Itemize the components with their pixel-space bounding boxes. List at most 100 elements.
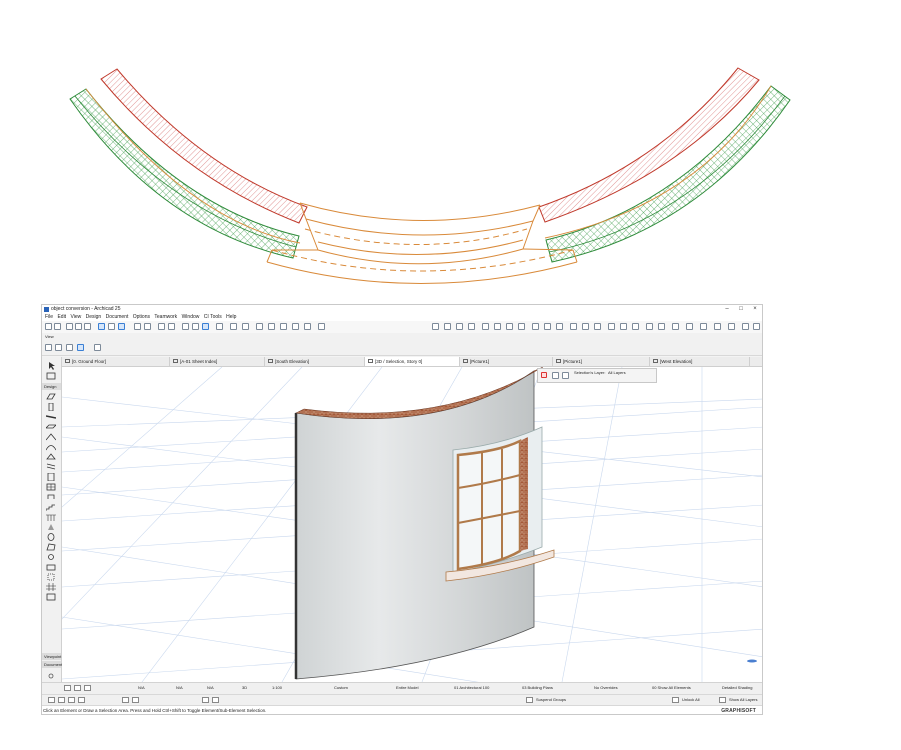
tool-u-icon[interactable] — [686, 323, 693, 330]
close-button[interactable]: × — [748, 305, 762, 314]
bottom-d-icon[interactable] — [78, 697, 85, 703]
curtain-wall-tool-icon[interactable] — [46, 463, 56, 471]
redo-icon[interactable] — [54, 323, 61, 330]
snap-icon[interactable] — [108, 323, 115, 330]
view-type[interactable]: 3D — [242, 684, 247, 692]
model-view-selector[interactable]: 03 Building Plans — [522, 684, 553, 692]
menu-window[interactable]: Window — [182, 314, 200, 321]
grid-snap-icon[interactable] — [134, 323, 141, 330]
menu-help[interactable]: Help — [226, 314, 236, 321]
view-3d-icon[interactable] — [202, 323, 209, 330]
mep-tool-icon[interactable] — [46, 563, 56, 571]
railing-tool-icon[interactable] — [46, 513, 56, 521]
tool-c-icon[interactable] — [456, 323, 463, 330]
tool-m-icon[interactable] — [582, 323, 589, 330]
zoom-out-icon[interactable] — [64, 685, 71, 691]
beam-tool-icon[interactable] — [46, 413, 56, 421]
menu-teamwork[interactable]: Teamwork — [154, 314, 177, 321]
menu-design[interactable]: Design — [86, 314, 102, 321]
tab-sheet-index[interactable]: [A-01 Sheet Index] — [170, 357, 265, 366]
tab-picture1-a[interactable]: [Picture1] — [460, 357, 553, 366]
tool-z-icon[interactable] — [753, 323, 760, 330]
menu-options[interactable]: Options — [133, 314, 150, 321]
toolbox-section-document[interactable]: Document — [42, 661, 62, 668]
tool-g-icon[interactable] — [506, 323, 513, 330]
tool-j-icon[interactable] — [544, 323, 551, 330]
stair-tool-icon[interactable] — [46, 503, 56, 511]
flag2-icon[interactable] — [304, 323, 311, 330]
value3[interactable]: N/A — [207, 684, 214, 692]
slab-tool-icon[interactable] — [46, 423, 56, 431]
undo-icon[interactable] — [45, 323, 52, 330]
mesh-tool-icon[interactable] — [46, 543, 56, 551]
lamp-tool-icon[interactable] — [46, 553, 56, 561]
show-all-layers-button[interactable]: Show All Layers — [729, 696, 757, 704]
tool-b-icon[interactable] — [444, 323, 451, 330]
shading-selector[interactable]: Detailed Shading — [722, 684, 752, 692]
zoom-value[interactable]: N/A — [138, 684, 145, 692]
tool-o-icon[interactable] — [608, 323, 615, 330]
view-b-icon[interactable] — [55, 344, 62, 351]
layers-show-icon[interactable] — [719, 697, 726, 703]
tool-t-icon[interactable] — [672, 323, 679, 330]
group-select-icon[interactable] — [526, 697, 533, 703]
bottom-b-icon[interactable] — [58, 697, 65, 703]
tab-west-elevation[interactable]: [West Elevation] — [650, 357, 750, 366]
object-tool-icon[interactable] — [46, 493, 56, 501]
tab-south-elevation[interactable]: [South Elevation] — [265, 357, 365, 366]
renovation-selector[interactable]: 00 Show All Elements — [652, 684, 691, 692]
eyedropper-icon[interactable] — [66, 323, 73, 330]
selection-icon[interactable] — [158, 323, 165, 330]
arrow-select-tool-icon[interactable] — [46, 362, 56, 370]
magic-wand-icon[interactable] — [84, 323, 91, 330]
partial-structure-selector[interactable]: Entire Model — [396, 684, 418, 692]
syringe-icon[interactable] — [75, 323, 82, 330]
tool-l-icon[interactable] — [570, 323, 577, 330]
fit-window-icon[interactable] — [84, 685, 91, 691]
column-tool-icon[interactable] — [46, 403, 56, 411]
group-icon[interactable] — [182, 323, 189, 330]
menu-edit[interactable]: Edit — [57, 314, 66, 321]
roof-tool-icon[interactable] — [46, 433, 56, 441]
view-arrow-icon[interactable] — [94, 344, 101, 351]
bottom-c-icon[interactable] — [68, 697, 75, 703]
menu-file[interactable]: File — [45, 314, 53, 321]
shell-tool-icon[interactable] — [46, 443, 56, 451]
tool-w-icon[interactable] — [714, 323, 721, 330]
overrides-selector[interactable]: No Overrides — [594, 684, 618, 692]
bottom-a-icon[interactable] — [48, 697, 55, 703]
zoom-in-icon[interactable] — [74, 685, 81, 691]
tool-y-icon[interactable] — [742, 323, 749, 330]
view-c-icon[interactable] — [66, 344, 73, 351]
pen-set-selector[interactable]: 01 Architectural 100 — [454, 684, 489, 692]
toolbox-section-design[interactable]: Design — [42, 383, 61, 390]
window-tool-icon[interactable] — [46, 483, 56, 491]
more-tools-icon[interactable] — [46, 672, 56, 680]
tool-r-icon[interactable] — [646, 323, 653, 330]
scale-selector[interactable]: 1:100 — [272, 684, 282, 692]
pen-icon[interactable] — [268, 323, 275, 330]
menu-ci-tools[interactable]: CI Tools — [204, 314, 222, 321]
section-icon[interactable] — [230, 323, 237, 330]
teamwork-icon[interactable] — [318, 323, 325, 330]
hand-icon[interactable] — [552, 372, 559, 379]
3d-viewport[interactable] — [62, 367, 762, 682]
lock-icon[interactable] — [672, 697, 679, 703]
tab-ground-floor[interactable]: [0. Ground Floor] — [62, 357, 170, 366]
cursor-snap-icon[interactable] — [144, 323, 151, 330]
orbit-icon[interactable] — [242, 323, 249, 330]
opening-tool-icon[interactable] — [46, 573, 56, 581]
menu-view[interactable]: View — [70, 314, 81, 321]
tool-h-icon[interactable] — [518, 323, 525, 330]
tool-n-icon[interactable] — [594, 323, 601, 330]
angle-value[interactable]: N/A — [176, 684, 183, 692]
zone-tool-icon[interactable] — [46, 533, 56, 541]
structure-selector[interactable]: Custom — [334, 684, 348, 692]
minimize-button[interactable]: – — [720, 305, 734, 314]
tool-i-icon[interactable] — [532, 323, 539, 330]
bottom-h-icon[interactable] — [212, 697, 219, 703]
tab-3d-selection[interactable]: [3D / Selection, Story 0] — [365, 357, 460, 366]
unlock-all-button[interactable]: Unlock All — [682, 696, 700, 704]
dimension-icon[interactable] — [216, 323, 223, 330]
label-tool-icon[interactable] — [46, 593, 56, 601]
